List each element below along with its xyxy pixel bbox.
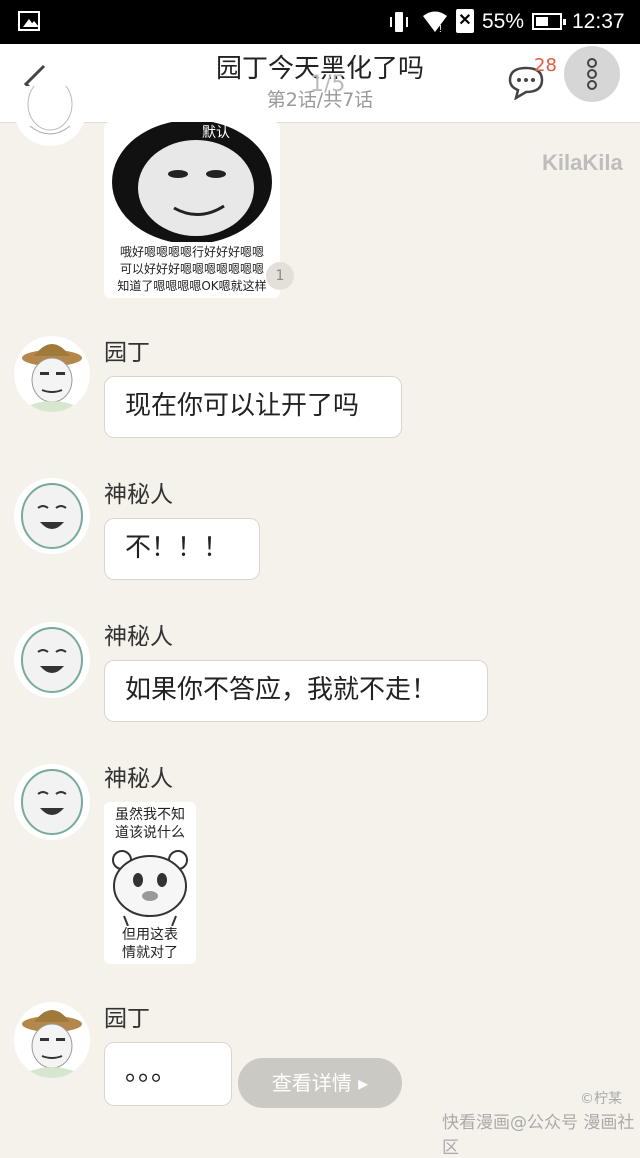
battery-percent: 55% [482,10,525,33]
svg-text:!: ! [439,24,442,34]
gallery-icon [18,11,40,31]
bear-sticker-icon [112,850,188,926]
vibrate-icon [388,10,410,34]
sender-name: 神秘人 [104,766,173,792]
mystery-avatar[interactable] [14,478,90,554]
gardener-avatar[interactable] [14,336,90,412]
mystery-avatar[interactable] [14,764,90,840]
sim-icon: ✕ [456,9,474,33]
sender-name: 园丁 [104,1006,150,1032]
reply-count-badge[interactable]: 1 [266,262,294,290]
sticker-caption-top: 默认 [202,125,230,141]
more-icon[interactable] [564,46,620,102]
sticker-caption: 可以好好好嗯嗯嗯嗯嗯嗯嗯 [119,262,264,276]
watermark: KilaKila [542,150,623,175]
status-bar: ! ✕ 55% 12:37 [0,0,640,44]
view-details-button[interactable]: 查看详情 ▸ [238,1058,402,1108]
sticker-caption: 但用这表 [122,927,178,943]
sticker-caption: 虽然我不知 [115,807,185,823]
sticker-message[interactable]: 默认 哦好嗯嗯嗯嗯行好好好嗯嗯 可以好好好嗯嗯嗯嗯嗯嗯嗯 知道了嗯嗯嗯嗯OK嗯就… [104,122,280,298]
message-bubble[interactable]: 如果你不答应，我就不走！ [104,660,488,722]
gardener-avatar[interactable] [14,1002,90,1078]
avatar[interactable] [14,86,86,146]
sticker-caption: 哦好嗯嗯嗯嗯行好好好嗯嗯 [119,245,264,259]
message-bubble[interactable]: 现在你可以让开了吗 [104,376,402,438]
sticker-message[interactable]: 虽然我不知 道该说什么 但用这表 情就对了 [104,802,196,964]
message-bubble[interactable]: 。。。 [104,1042,232,1106]
author-credit: ©柠某 [580,1091,622,1107]
mystery-avatar[interactable] [14,622,90,698]
comment-count-badge: 28 [534,55,557,76]
sticker-caption: 知道了嗯嗯嗯嗯OK嗯就这样 [117,279,267,293]
sender-name: 园丁 [104,340,150,366]
sticker-caption: 情就对了 [122,945,178,961]
page-indicator: 1/5 [310,72,346,97]
message-bubble[interactable]: 不！！！ [104,518,260,580]
sender-name: 神秘人 [104,624,173,650]
wifi-icon: ! [422,10,448,35]
footer-watermark: 快看漫画@公众号 漫画社区 [442,1113,635,1158]
clock: 12:37 [572,10,625,33]
battery-icon [532,13,566,30]
sticker-caption: 道该说什么 [115,825,185,841]
sender-name: 神秘人 [104,482,173,508]
